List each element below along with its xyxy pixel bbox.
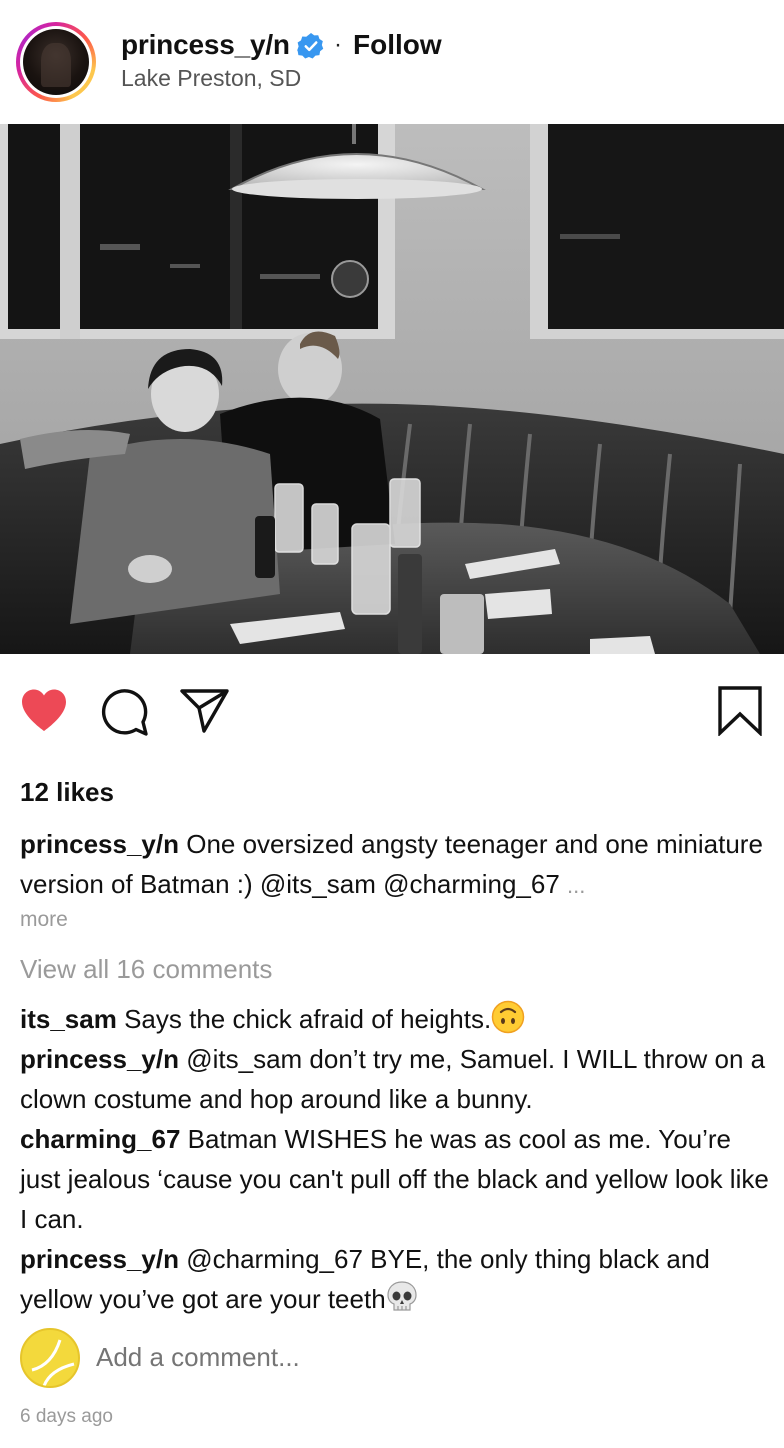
location-link[interactable]: Lake Preston, SD [121,65,301,92]
comment-bubble-icon[interactable] [100,688,150,738]
heart-icon[interactable] [20,688,68,732]
user-avatar[interactable] [20,1328,80,1388]
comments-list: its_sam Says the chick afraid of heights… [20,999,774,1319]
comment-author[interactable]: its_sam [20,1004,117,1034]
comment-item: charming_67 Batman WISHES he was as cool… [20,1119,774,1239]
bookmark-icon[interactable] [718,686,762,736]
post-actions [0,654,784,764]
more-link[interactable]: more [20,908,68,932]
comment-author[interactable]: princess_y/n [20,1244,179,1274]
comment-author[interactable]: princess_y/n [20,1044,179,1074]
caption-author[interactable]: princess_y/n [20,829,179,859]
verified-badge-icon [297,33,324,59]
avatar-image [23,29,89,95]
comment-item: its_sam Says the chick afraid of heights… [20,999,774,1039]
comment-item: princess_y/n @its_sam don’t try me, Samu… [20,1039,774,1119]
post-photo[interactable] [0,124,784,654]
tennis-ball-icon [31,1339,75,1386]
skull-emoji-icon [387,1281,417,1311]
view-all-comments-link[interactable]: View all 16 comments [20,954,272,985]
add-comment-input[interactable] [96,1342,696,1373]
post-header: princess_y/n · Follow Lake Preston, SD [0,0,784,124]
paper-plane-icon[interactable] [180,688,230,734]
diner-photo-illustration [0,124,784,654]
upside-down-face-emoji-icon [491,1000,525,1034]
comment-author[interactable]: charming_67 [20,1124,180,1154]
separator-dot: · [334,31,342,58]
comment-item: princess_y/n @charming_67 BYE, the only … [20,1239,774,1319]
post-timestamp: 6 days ago [20,1406,113,1427]
caption-ellipsis: ... [567,873,586,898]
add-comment-row [20,1328,764,1388]
follow-button[interactable]: Follow [353,29,442,61]
comment-text: Says the chick afraid of heights. [124,1004,492,1034]
profile-avatar[interactable] [16,22,96,102]
likes-count[interactable]: 12 likes [20,777,114,808]
post-caption: princess_y/n One oversized angsty teenag… [20,824,770,906]
username[interactable]: princess_y/n [121,29,290,61]
